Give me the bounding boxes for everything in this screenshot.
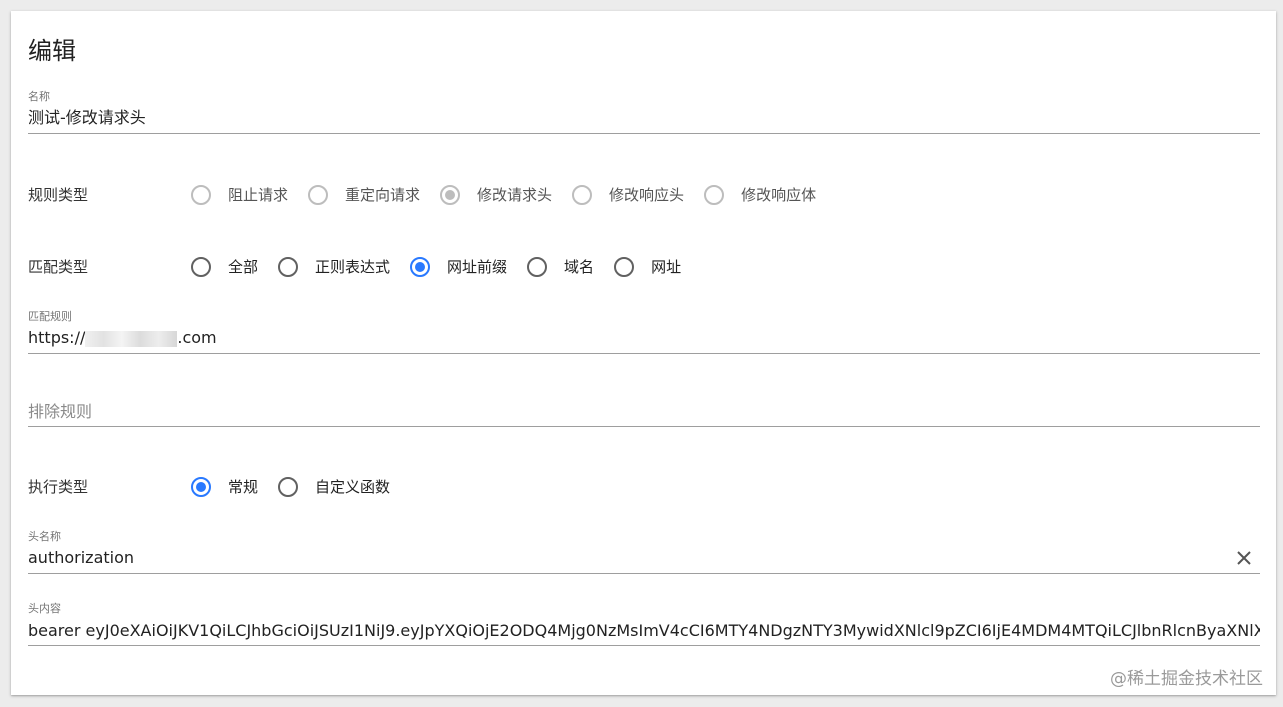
redacted-blur	[85, 330, 178, 347]
header-name-field[interactable]: 头名称 authorization	[28, 528, 1260, 574]
radio-label: 修改响应头	[609, 186, 685, 204]
rule-type-option-modify-response-header[interactable]: 修改响应头	[572, 184, 704, 206]
match-type-option-all[interactable]: 全部	[191, 256, 278, 278]
rule-type-label: 规则类型	[28, 186, 89, 204]
radio-icon	[191, 185, 211, 205]
header-name-label: 头名称	[28, 530, 61, 543]
radio-label: 修改请求头	[477, 186, 553, 204]
match-type-option-url-prefix[interactable]: 网址前缀	[410, 256, 527, 278]
match-rule-prefix: https://	[28, 328, 86, 347]
radio-label: 修改响应体	[741, 186, 817, 204]
exec-type-radio-group: 常规 自定义函数	[191, 476, 410, 498]
rule-type-radio-group: 阻止请求 重定向请求 修改请求头 修改响应头 修改响应体	[191, 184, 836, 206]
match-rule-value[interactable]: https:// .com	[28, 327, 217, 349]
radio-icon	[308, 185, 329, 205]
match-rule-suffix: .com	[177, 328, 217, 347]
header-content-label: 头内容	[28, 602, 61, 615]
name-field[interactable]: 名称 测试-修改请求头	[28, 88, 1260, 134]
header-content-value[interactable]: bearer eyJ0eXAiOiJKV1QiLCJhbGciOiJSUzI1N…	[28, 620, 1260, 642]
rule-type-option-modify-response-body[interactable]: 修改响应体	[704, 184, 836, 206]
close-icon[interactable]	[1234, 548, 1254, 568]
radio-icon	[278, 257, 299, 277]
radio-label: 正则表达式	[315, 258, 391, 276]
watermark: @稀土掘金技术社区	[1110, 669, 1263, 689]
radio-label: 网址前缀	[447, 258, 508, 276]
page-title: 编辑	[28, 37, 76, 65]
match-type-radio-group: 全部 正则表达式 网址前缀 域名 网址	[191, 256, 701, 278]
rule-type-option-block[interactable]: 阻止请求	[191, 184, 308, 206]
rule-type-option-redirect[interactable]: 重定向请求	[308, 184, 440, 206]
radio-icon	[614, 257, 635, 277]
radio-checked-icon	[410, 257, 431, 277]
radio-label: 常规	[228, 478, 259, 496]
name-field-label: 名称	[28, 90, 50, 103]
radio-icon	[278, 477, 299, 497]
radio-checked-icon	[440, 185, 461, 205]
exec-type-label: 执行类型	[28, 478, 89, 496]
radio-icon	[572, 185, 593, 205]
radio-label: 重定向请求	[345, 186, 421, 204]
exclude-rule-field[interactable]: 排除规则	[28, 380, 1260, 427]
match-rule-label: 匹配规则	[28, 310, 72, 323]
radio-label: 域名	[564, 258, 595, 276]
match-type-option-regex[interactable]: 正则表达式	[278, 256, 410, 278]
match-type-option-url[interactable]: 网址	[614, 256, 701, 278]
exec-type-option-normal[interactable]: 常规	[191, 476, 278, 498]
radio-label: 全部	[228, 258, 259, 276]
radio-icon	[704, 185, 725, 205]
header-content-field[interactable]: 头内容 bearer eyJ0eXAiOiJKV1QiLCJhbGciOiJSU…	[28, 600, 1260, 646]
name-field-value[interactable]: 测试-修改请求头	[28, 107, 146, 129]
rule-type-option-modify-request-header[interactable]: 修改请求头	[440, 184, 572, 206]
radio-icon	[191, 257, 211, 277]
radio-checked-icon	[191, 477, 211, 497]
radio-icon	[527, 257, 548, 277]
exec-type-option-custom-function[interactable]: 自定义函数	[278, 476, 410, 498]
radio-label: 网址	[651, 258, 682, 276]
header-name-value[interactable]: authorization	[28, 547, 134, 569]
match-type-label: 匹配类型	[28, 258, 89, 276]
match-type-option-domain[interactable]: 域名	[527, 256, 614, 278]
radio-label: 阻止请求	[228, 186, 289, 204]
exclude-rule-placeholder[interactable]: 排除规则	[28, 401, 92, 423]
match-rule-field[interactable]: 匹配规则 https:// .com	[28, 308, 1260, 354]
radio-label: 自定义函数	[315, 478, 391, 496]
